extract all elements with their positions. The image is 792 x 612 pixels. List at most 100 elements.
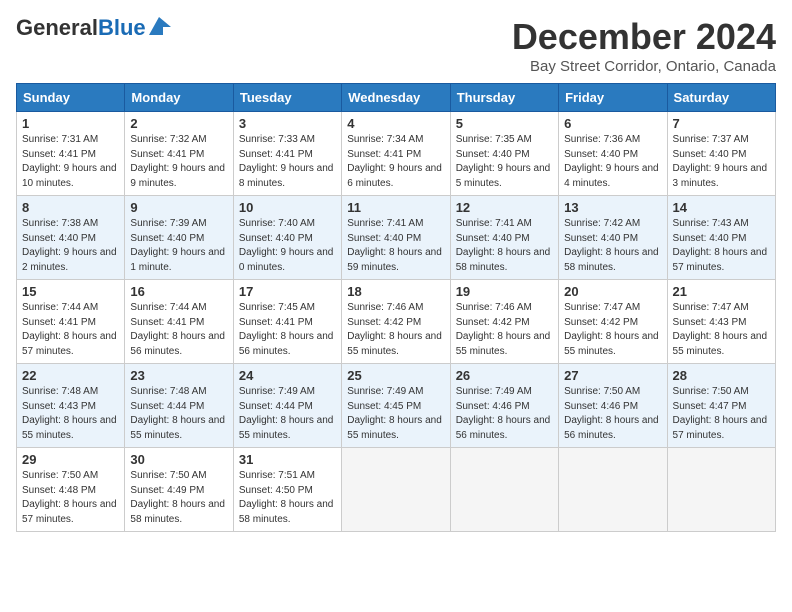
day-info: Sunrise: 7:51 AMSunset: 4:50 PMDaylight:… — [239, 469, 336, 527]
calendar-cell: 9 Sunrise: 7:39 AMSunset: 4:40 PMDaylight… — [125, 196, 233, 280]
day-number: 23 — [130, 368, 227, 383]
day-info: Sunrise: 7:44 AMSunset: 4:41 PMDaylight:… — [22, 301, 119, 359]
calendar-week-1: 1Sunrise: 7:31 AMSunset: 4:41 PMDaylight… — [17, 112, 776, 196]
day-number: 12 — [456, 200, 553, 215]
calendar-cell: 20 Sunrise: 7:47 AMSunset: 4:42 PMDayligh… — [559, 280, 667, 364]
day-number: 10 — [239, 200, 336, 215]
calendar-cell: 12Sunrise: 7:41 AMSunset: 4:40 PMDayligh… — [450, 196, 558, 280]
day-number: 30 — [130, 452, 227, 467]
calendar-cell — [450, 448, 558, 532]
weekday-header-thursday: Thursday — [450, 84, 558, 112]
calendar-cell: 21 Sunrise: 7:47 AMSunset: 4:43 PMDayligh… — [667, 280, 775, 364]
calendar-cell: 26 Sunrise: 7:49 AMSunset: 4:46 PMDayligh… — [450, 364, 558, 448]
logo-text: GeneralBlue — [16, 16, 146, 40]
calendar-cell: 18Sunrise: 7:46 AMSunset: 4:42 PMDayligh… — [342, 280, 450, 364]
day-info: Sunrise: 7:47 AMSunset: 4:43 PMDaylight:… — [673, 301, 770, 359]
calendar-cell: 28Sunrise: 7:50 AMSunset: 4:47 PMDayligh… — [667, 364, 775, 448]
location-subtitle: Bay Street Corridor, Ontario, Canada — [512, 58, 776, 75]
calendar-cell: 14 Sunrise: 7:43 AMSunset: 4:40 PMDayligh… — [667, 196, 775, 280]
calendar-cell: 22 Sunrise: 7:48 AMSunset: 4:43 PMDayligh… — [17, 364, 125, 448]
calendar-cell: 13 Sunrise: 7:42 AMSunset: 4:40 PMDayligh… — [559, 196, 667, 280]
calendar-cell: 4 Sunrise: 7:34 AMSunset: 4:41 PMDaylight… — [342, 112, 450, 196]
day-number: 21 — [673, 284, 770, 299]
header: GeneralBlue December 2024 Bay Street Cor… — [16, 16, 776, 75]
day-info: Sunrise: 7:37 AMSunset: 4:40 PMDaylight:… — [673, 133, 770, 191]
weekday-header-row: SundayMondayTuesdayWednesdayThursdayFrid… — [17, 84, 776, 112]
calendar-cell: 11Sunrise: 7:41 AMSunset: 4:40 PMDayligh… — [342, 196, 450, 280]
day-info: Sunrise: 7:46 AMSunset: 4:42 PMDaylight:… — [347, 301, 444, 359]
calendar-cell: 23 Sunrise: 7:48 AMSunset: 4:44 PMDayligh… — [125, 364, 233, 448]
calendar-cell: 15Sunrise: 7:44 AMSunset: 4:41 PMDayligh… — [17, 280, 125, 364]
day-info: Sunrise: 7:39 AMSunset: 4:40 PMDaylight:… — [130, 217, 227, 275]
day-info: Sunrise: 7:33 AMSunset: 4:41 PMDaylight:… — [239, 133, 336, 191]
month-title: December 2024 — [512, 16, 776, 58]
day-info: Sunrise: 7:49 AMSunset: 4:45 PMDaylight:… — [347, 385, 444, 443]
calendar-cell: 7 Sunrise: 7:37 AMSunset: 4:40 PMDaylight… — [667, 112, 775, 196]
day-number: 8 — [22, 200, 119, 215]
logo: GeneralBlue — [16, 16, 171, 40]
calendar-cell: 1Sunrise: 7:31 AMSunset: 4:41 PMDaylight… — [17, 112, 125, 196]
day-info: Sunrise: 7:34 AMSunset: 4:41 PMDaylight:… — [347, 133, 444, 191]
day-number: 9 — [130, 200, 227, 215]
day-info: Sunrise: 7:35 AMSunset: 4:40 PMDaylight:… — [456, 133, 553, 191]
day-number: 31 — [239, 452, 336, 467]
day-number: 5 — [456, 116, 553, 131]
calendar-cell — [667, 448, 775, 532]
calendar-table: SundayMondayTuesdayWednesdayThursdayFrid… — [16, 83, 776, 532]
day-info: Sunrise: 7:50 AMSunset: 4:48 PMDaylight:… — [22, 469, 119, 527]
weekday-header-tuesday: Tuesday — [233, 84, 341, 112]
day-info: Sunrise: 7:43 AMSunset: 4:40 PMDaylight:… — [673, 217, 770, 275]
weekday-header-wednesday: Wednesday — [342, 84, 450, 112]
day-info: Sunrise: 7:40 AMSunset: 4:40 PMDaylight:… — [239, 217, 336, 275]
day-number: 26 — [456, 368, 553, 383]
calendar-cell: 10 Sunrise: 7:40 AMSunset: 4:40 PMDayligh… — [233, 196, 341, 280]
logo-icon — [149, 17, 171, 35]
day-info: Sunrise: 7:38 AMSunset: 4:40 PMDaylight:… — [22, 217, 119, 275]
logo-general: General — [16, 15, 98, 40]
day-number: 19 — [456, 284, 553, 299]
calendar-cell — [559, 448, 667, 532]
day-number: 24 — [239, 368, 336, 383]
day-number: 25 — [347, 368, 444, 383]
day-info: Sunrise: 7:49 AMSunset: 4:46 PMDaylight:… — [456, 385, 553, 443]
day-info: Sunrise: 7:46 AMSunset: 4:42 PMDaylight:… — [456, 301, 553, 359]
day-info: Sunrise: 7:44 AMSunset: 4:41 PMDaylight:… — [130, 301, 227, 359]
calendar-cell: 6Sunrise: 7:36 AMSunset: 4:40 PMDaylight… — [559, 112, 667, 196]
weekday-header-monday: Monday — [125, 84, 233, 112]
day-info: Sunrise: 7:49 AMSunset: 4:44 PMDaylight:… — [239, 385, 336, 443]
calendar-cell: 27 Sunrise: 7:50 AMSunset: 4:46 PMDayligh… — [559, 364, 667, 448]
day-number: 3 — [239, 116, 336, 131]
calendar-cell: 8 Sunrise: 7:38 AMSunset: 4:40 PMDaylight… — [17, 196, 125, 280]
day-number: 17 — [239, 284, 336, 299]
weekday-header-friday: Friday — [559, 84, 667, 112]
calendar-cell: 3 Sunrise: 7:33 AMSunset: 4:41 PMDaylight… — [233, 112, 341, 196]
logo-blue: Blue — [98, 15, 146, 40]
day-number: 28 — [673, 368, 770, 383]
calendar-cell — [342, 448, 450, 532]
calendar-cell: 30Sunrise: 7:50 AMSunset: 4:49 PMDayligh… — [125, 448, 233, 532]
calendar-cell: 24 Sunrise: 7:49 AMSunset: 4:44 PMDayligh… — [233, 364, 341, 448]
calendar-week-2: 8 Sunrise: 7:38 AMSunset: 4:40 PMDaylight… — [17, 196, 776, 280]
day-number: 2 — [130, 116, 227, 131]
day-number: 22 — [22, 368, 119, 383]
calendar-cell: 25 Sunrise: 7:49 AMSunset: 4:45 PMDayligh… — [342, 364, 450, 448]
calendar-cell: 2Sunrise: 7:32 AMSunset: 4:41 PMDaylight… — [125, 112, 233, 196]
day-info: Sunrise: 7:42 AMSunset: 4:40 PMDaylight:… — [564, 217, 661, 275]
day-info: Sunrise: 7:47 AMSunset: 4:42 PMDaylight:… — [564, 301, 661, 359]
weekday-header-sunday: Sunday — [17, 84, 125, 112]
day-number: 7 — [673, 116, 770, 131]
day-number: 4 — [347, 116, 444, 131]
day-number: 20 — [564, 284, 661, 299]
title-block: December 2024 Bay Street Corridor, Ontar… — [512, 16, 776, 75]
calendar-week-4: 22 Sunrise: 7:48 AMSunset: 4:43 PMDayligh… — [17, 364, 776, 448]
calendar-cell: 29Sunrise: 7:50 AMSunset: 4:48 PMDayligh… — [17, 448, 125, 532]
day-number: 6 — [564, 116, 661, 131]
day-info: Sunrise: 7:50 AMSunset: 4:46 PMDaylight:… — [564, 385, 661, 443]
calendar-cell: 31 Sunrise: 7:51 AMSunset: 4:50 PMDayligh… — [233, 448, 341, 532]
day-info: Sunrise: 7:48 AMSunset: 4:44 PMDaylight:… — [130, 385, 227, 443]
day-number: 27 — [564, 368, 661, 383]
day-number: 13 — [564, 200, 661, 215]
day-info: Sunrise: 7:31 AMSunset: 4:41 PMDaylight:… — [22, 133, 119, 191]
day-number: 14 — [673, 200, 770, 215]
day-info: Sunrise: 7:48 AMSunset: 4:43 PMDaylight:… — [22, 385, 119, 443]
